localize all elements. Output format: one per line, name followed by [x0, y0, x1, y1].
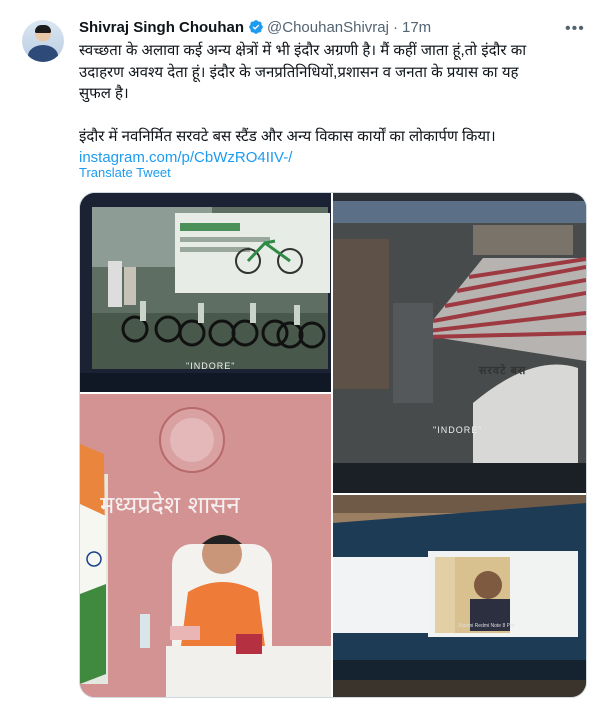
photo-video-call[interactable]: Xiaomi Redmi Note 8 Pro [333, 495, 586, 697]
photo-bicycles[interactable]: "INDORE" [80, 193, 331, 392]
tweet-text-line: उदाहरण अवश्य देता हूं। इंदौर के जनप्रतिन… [79, 63, 519, 81]
photo-caption: "INDORE" [433, 425, 483, 435]
official-illustration [80, 394, 331, 697]
govt-banner-text: मध्यप्रदेश शासन [100, 491, 240, 519]
photo-bus-stand[interactable]: सरवटे बस "INDORE" [333, 193, 586, 493]
verified-icon [249, 20, 263, 34]
more-options-icon[interactable]: ••• [565, 20, 585, 37]
avatar[interactable] [22, 20, 64, 62]
tweet-timestamp[interactable]: 17m [402, 19, 431, 36]
sign-text: सरवटे बस [479, 365, 527, 377]
media-grid[interactable]: "INDORE" सरवटे बस "INDORE" मध्यप्रदेश शा… [79, 192, 587, 698]
author-name[interactable]: Shivraj Singh Chouhan [79, 19, 244, 36]
bus-stand-illustration [333, 193, 586, 493]
tweet-text: स्वच्छता के अलावा कई अन्य क्षेत्रों में … [79, 40, 569, 169]
phone-watermark: Xiaomi Redmi Note 8 Pro [458, 623, 515, 629]
separator-dot: · [392, 18, 398, 36]
photo-caption: "INDORE" [186, 361, 236, 371]
author-handle[interactable]: @ChouhanShivraj [267, 19, 389, 36]
tweet[interactable]: Shivraj Singh Chouhan @ChouhanShivraj · … [0, 0, 593, 717]
tweet-text-line: स्वच्छता के अलावा कई अन्य क्षेत्रों में … [79, 42, 527, 59]
avatar-hair [35, 25, 51, 33]
tweet-text-line: इंदौर में नवनिर्मित सरवटे बस स्टैंड और अ… [79, 127, 496, 145]
tweet-text-line: सुफल है। [79, 85, 129, 102]
video-call-illustration [333, 495, 586, 697]
tweet-header: Shivraj Singh Chouhan @ChouhanShivraj · … [79, 17, 431, 37]
translate-tweet-link[interactable]: Translate Tweet [79, 165, 171, 180]
avatar-body [28, 45, 58, 62]
photo-official[interactable]: मध्यप्रदेश शासन [80, 394, 331, 697]
